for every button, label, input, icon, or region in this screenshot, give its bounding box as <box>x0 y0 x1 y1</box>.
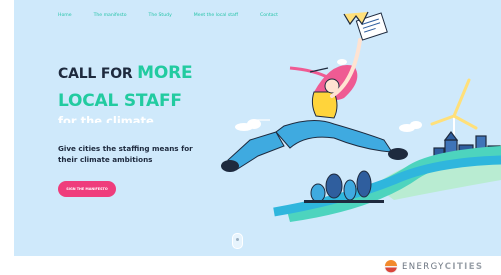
nav-home[interactable]: Home <box>58 13 72 18</box>
energy-cities-wordmark: ENERGYCITIES <box>402 262 483 272</box>
energy-cities-emblem-icon <box>384 260 398 274</box>
hero-title-part: CALL FOR <box>58 66 138 82</box>
nav-study[interactable]: The Study <box>149 13 172 18</box>
hero-title-accent: MORE <box>137 63 193 83</box>
scroll-down-indicator[interactable] <box>232 233 243 249</box>
hero-subtitle: Give cities the staffing means for their… <box>58 144 193 164</box>
scroll-dot-icon <box>236 238 239 241</box>
hero-section: Home The manifesto The Study Meet the lo… <box>14 0 501 256</box>
energy-cities-logo: ENERGYCITIES <box>384 259 483 275</box>
sign-manifesto-button[interactable]: SIGN THE MANIFESTO <box>58 181 116 197</box>
main-nav: Home The manifesto The Study Meet the lo… <box>58 13 300 18</box>
logo-text-energy: ENERGY <box>402 262 445 272</box>
nav-manifesto[interactable]: The manifesto <box>94 13 127 18</box>
hero-title-line-1: CALL FOR MORE <box>58 63 193 83</box>
hero-title-line-3: for the climate <box>58 114 154 123</box>
flying-woman-illustration <box>221 11 408 172</box>
nav-contact[interactable]: Contact <box>260 13 278 18</box>
nav-meet-local-staff[interactable]: Meet the local staff <box>194 13 238 18</box>
logo-text-cities: CITIES <box>444 262 484 272</box>
hero-title-line-2: LOCAL STAFF <box>58 91 182 111</box>
hero-illustration <box>221 11 501 222</box>
